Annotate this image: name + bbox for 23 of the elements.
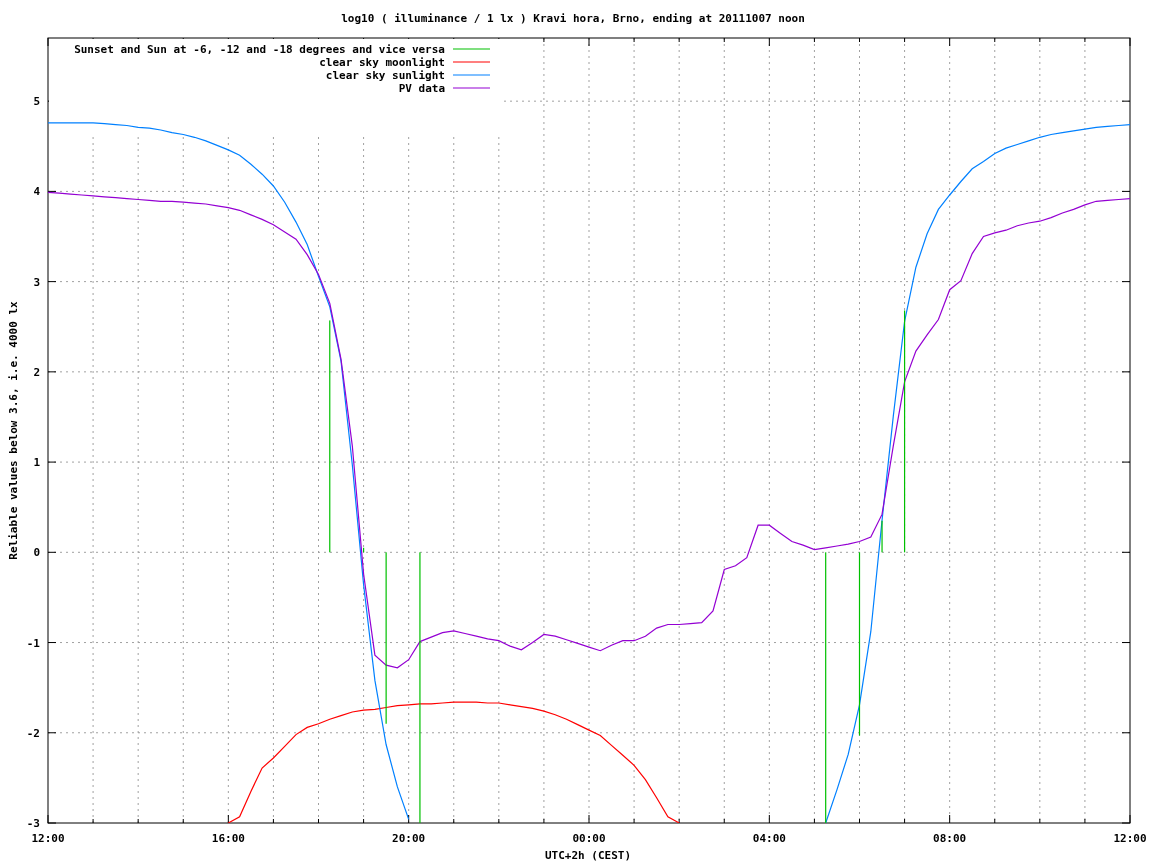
y-tick-label: 5	[33, 95, 40, 109]
x-tick-label: 00:00	[572, 832, 606, 845]
x-tick-label: 20:00	[392, 832, 426, 845]
x-axis-title: UTC+2h (CEST)	[544, 849, 632, 862]
y-tick-label: -3	[26, 817, 40, 830]
y-tick-label: 1	[33, 456, 40, 470]
y-tick-label: -2	[26, 726, 40, 740]
y-tick-label: 4	[33, 185, 40, 199]
y-tick-label: 3	[33, 275, 40, 289]
x-tick-label: 04:00	[752, 832, 786, 845]
x-tick-label: 08:00	[933, 832, 967, 845]
x-tick-label: 12:00	[1113, 832, 1147, 845]
y-axis-title: Reliable values below 3.6, i.e. 4000 lx	[7, 301, 20, 560]
legend-label: clear sky moonlight	[319, 56, 445, 69]
y-tick-label: 0	[33, 546, 40, 560]
y-tick-label: -1	[26, 636, 40, 650]
legend-label: clear sky sunlight	[325, 69, 445, 82]
legend-label: PV data	[398, 82, 445, 95]
x-tick-label: 12:00	[31, 832, 65, 845]
x-tick-label: 16:00	[211, 832, 245, 845]
y-tick-label: 2	[33, 365, 40, 379]
legend-label: Sunset and Sun at -6, -12 and -18 degrees and vice versa	[74, 43, 445, 56]
chart-title: log10 ( illuminance / 1 lx ) Kravi hora, Brno, ending at 20111007 noon	[341, 12, 805, 25]
